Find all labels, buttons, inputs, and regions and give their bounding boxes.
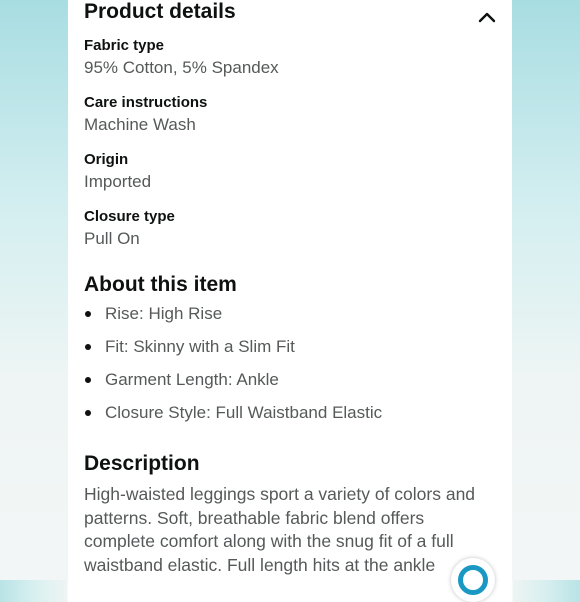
- about-bullet: Fit: Skinny with a Slim Fit: [84, 336, 504, 358]
- floating-action-button[interactable]: [451, 558, 495, 602]
- about-bullet: Rise: High Rise: [84, 303, 504, 325]
- bullet-icon: [85, 410, 91, 416]
- detail-value: Pull On: [84, 229, 140, 248]
- bullet-icon: [85, 377, 91, 383]
- bullet-icon: [85, 311, 91, 317]
- detail-value: 95% Cotton, 5% Spandex: [84, 58, 279, 77]
- detail-row-fabric-type: Fabric type 95% Cotton, 5% Spandex: [84, 37, 504, 78]
- bullet-icon: [85, 344, 91, 350]
- description-text: High-waisted leggings sport a variety of…: [84, 484, 476, 575]
- detail-value: Machine Wash: [84, 115, 196, 134]
- product-info-panel: Product details Fabric type 95% Cotton, …: [68, 0, 512, 580]
- ring-icon: [458, 565, 488, 595]
- detail-value: Imported: [84, 172, 152, 191]
- detail-label: Fabric type: [84, 37, 165, 54]
- detail-label: Closure type: [84, 208, 175, 225]
- detail-row-closure-type: Closure type Pull On: [84, 208, 504, 249]
- bullet-text: Rise: High Rise: [105, 304, 223, 323]
- bullet-text: Fit: Skinny with a Slim Fit: [105, 337, 295, 356]
- detail-label: Origin: [84, 151, 129, 168]
- bullet-text: Garment Length: Ankle: [105, 370, 279, 389]
- background-left: [0, 0, 68, 580]
- detail-row-origin: Origin Imported: [84, 151, 504, 192]
- about-this-item-title: About this item: [84, 273, 237, 296]
- detail-label: Care instructions: [84, 94, 208, 111]
- bullet-text: Closure Style: Full Waistband Elastic: [105, 403, 383, 422]
- background-right: [512, 0, 580, 580]
- detail-row-care-instructions: Care instructions Machine Wash: [84, 94, 504, 135]
- product-details-title: Product details: [84, 0, 236, 23]
- about-bullet: Closure Style: Full Waistband Elastic: [84, 402, 504, 424]
- about-bullet: Garment Length: Ankle: [84, 369, 504, 391]
- description-title: Description: [84, 452, 200, 475]
- chevron-up-icon[interactable]: [476, 8, 498, 26]
